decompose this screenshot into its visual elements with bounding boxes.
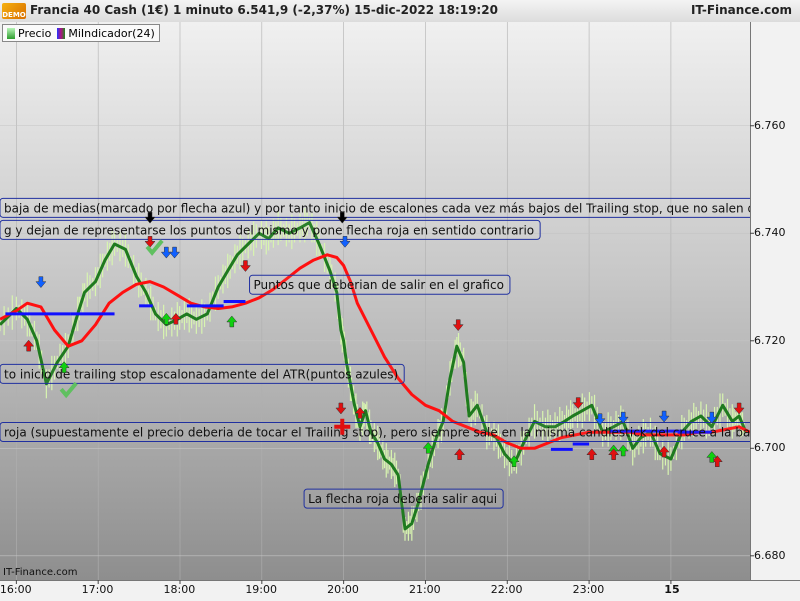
signal-arrow-icon xyxy=(454,448,466,460)
signal-arrow-icon xyxy=(335,402,347,415)
indicator-swatch-icon xyxy=(57,28,66,39)
x-tick-label: 19:00 xyxy=(245,583,278,596)
legend-item-price[interactable]: Precio xyxy=(7,27,51,40)
signal-arrow-icon xyxy=(226,315,238,328)
signal-blue-down xyxy=(35,276,47,289)
signal-arrow-icon xyxy=(586,448,598,460)
watermark: IT-Finance.com xyxy=(3,567,78,578)
x-tick-label: 17:00 xyxy=(81,583,114,596)
signal-arrow-icon xyxy=(35,276,47,289)
plot-group: baja de medias(marcado por flecha azul) … xyxy=(0,22,800,580)
annotation-text: roja (supuestamente el precio deberia de… xyxy=(4,425,766,439)
legend-label-indicator: MiIndicador(24) xyxy=(68,26,155,40)
signal-arrow-icon xyxy=(617,411,629,424)
x-tick-label: 20:00 xyxy=(327,583,359,596)
signal-arrow-icon xyxy=(658,410,670,423)
legend: Precio MiIndicador(24) xyxy=(2,24,160,42)
x-tick-label: 16:00 xyxy=(0,583,32,596)
signal-arrow-icon xyxy=(169,246,181,259)
y-tick-label: 6.720 xyxy=(754,333,786,347)
signal-red-down xyxy=(335,402,347,415)
signal-red-up xyxy=(454,448,466,460)
x-tick-label: 18:00 xyxy=(163,583,196,596)
x-tick-label: 15 xyxy=(664,583,680,596)
annotation-text: La flecha roja deberia salir aqui xyxy=(308,492,497,506)
chart-svg: baja de medias(marcado por flecha azul) … xyxy=(0,22,800,584)
check-icon xyxy=(59,381,78,399)
signal-blue-down xyxy=(169,246,181,259)
y-tick-label: 6.760 xyxy=(754,118,786,132)
annotation-text: Puntos que deberian de salir en el grafi… xyxy=(254,278,504,292)
annotation-box: baja de medias(marcado por flecha azul) … xyxy=(0,197,800,218)
signal-arrow-icon xyxy=(452,319,464,332)
x-tick-label: 22:00 xyxy=(490,583,523,596)
signal-arrow-icon xyxy=(239,260,251,272)
signal-red-down xyxy=(239,260,251,272)
signal-arrow-icon xyxy=(23,339,35,352)
signal-green-up xyxy=(226,315,238,328)
annotation-text: g y dejan de representarse los puntos de… xyxy=(4,223,534,237)
signal-blue-down xyxy=(658,410,670,423)
signal-green-up xyxy=(617,444,629,457)
x-tick-label: 23:00 xyxy=(572,583,605,596)
annotation-box: roja (supuestamente el precio deberia de… xyxy=(0,421,766,442)
price-swatch-icon xyxy=(7,28,15,39)
signal-red-up xyxy=(586,448,598,460)
signal-blue-down xyxy=(617,411,629,424)
annotation-box: La flecha roja deberia salir aqui xyxy=(303,488,504,509)
annotation-text: baja de medias(marcado por flecha azul) … xyxy=(4,201,800,215)
signal-check xyxy=(59,381,78,399)
signal-red-down xyxy=(452,319,464,332)
annotation-box: Puntos que deberian de salir en el grafi… xyxy=(249,274,511,295)
y-tick-label: 6.700 xyxy=(754,441,786,455)
signal-red-up xyxy=(23,339,35,352)
annotation-box: g y dejan de representarse los puntos de… xyxy=(0,219,541,240)
legend-label-price: Precio xyxy=(18,26,52,40)
signal-arrow-icon xyxy=(617,444,629,457)
legend-item-indicator[interactable]: MiIndicador(24) xyxy=(57,26,155,40)
x-tick-label: 21:00 xyxy=(408,583,441,596)
y-tick-label: 6.740 xyxy=(754,226,786,240)
y-tick-label: 6.680 xyxy=(754,548,786,562)
